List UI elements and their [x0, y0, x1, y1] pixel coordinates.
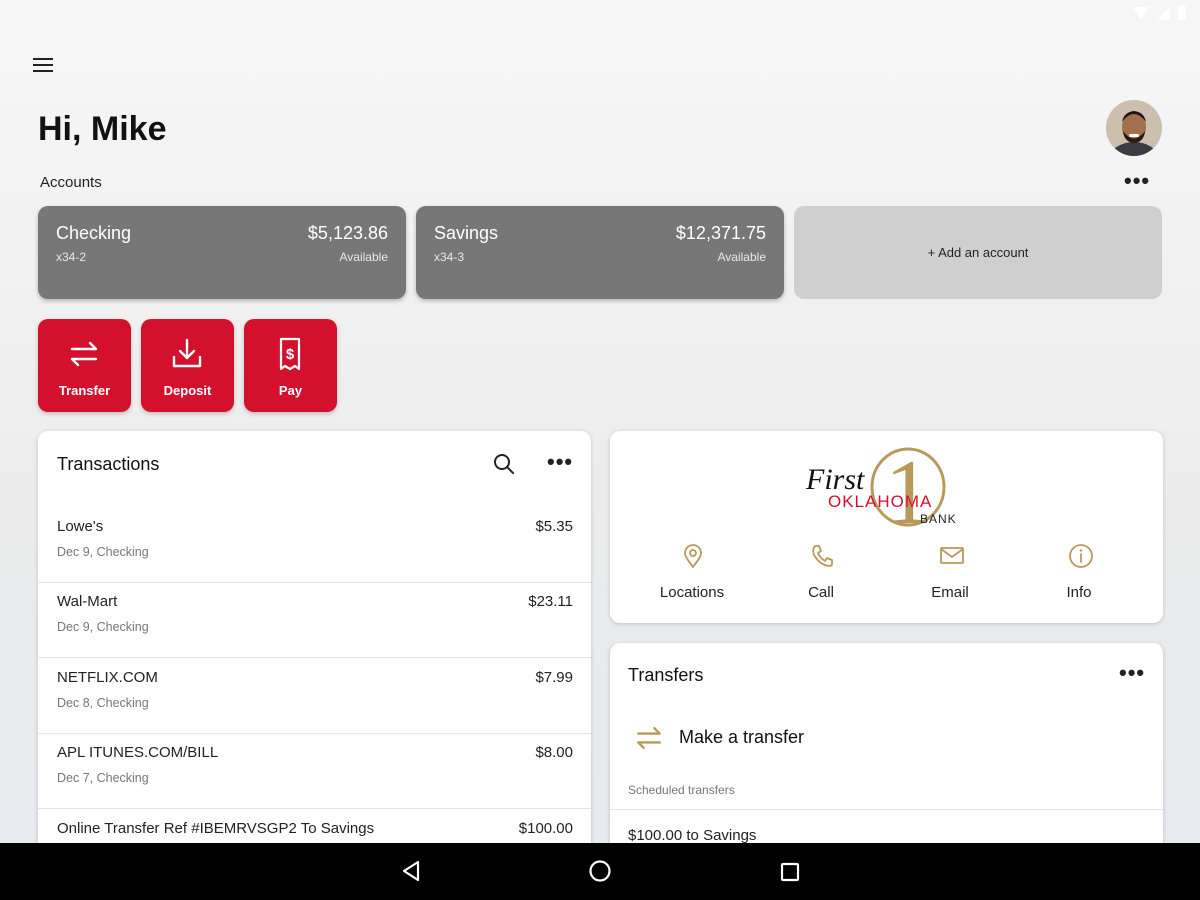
divider: [610, 809, 1163, 810]
pay-button[interactable]: $ Pay: [244, 319, 337, 412]
bank-logo: 1 First OKLAHOMA BANK: [805, 445, 957, 529]
balance-label: Available: [717, 250, 766, 264]
balance-label: Available: [339, 250, 388, 264]
transfer-button[interactable]: Transfer: [38, 319, 131, 412]
transaction-name: Wal-Mart: [57, 593, 118, 610]
avatar-image: [1106, 100, 1162, 156]
account-card-checking[interactable]: Checking x34-2 $5,123.86 Available: [38, 206, 406, 299]
transaction-name: NETFLIX.COM: [57, 669, 158, 686]
transactions-title: Transactions: [57, 454, 160, 474]
status-bar: [0, 0, 1200, 32]
location-pin-icon: [684, 544, 702, 569]
account-card-savings[interactable]: Savings x34-3 $12,371.75 Available: [416, 206, 784, 299]
home-icon[interactable]: [588, 859, 612, 883]
transfers-title: Transfers: [628, 665, 704, 685]
account-balance: $5,123.86: [307, 223, 388, 243]
system-nav-bar: [0, 843, 1200, 900]
account-number: x34-3: [434, 250, 465, 264]
transfers-more-button[interactable]: •••: [1119, 662, 1145, 684]
recents-icon[interactable]: [779, 861, 801, 883]
transaction-amount: $5.35: [535, 518, 573, 535]
wifi-icon: [1133, 6, 1149, 20]
transaction-detail: Dec 7, Checking: [57, 771, 149, 785]
email-label: Email: [931, 584, 969, 601]
info-button[interactable]: Info: [1019, 543, 1139, 613]
deposit-icon: [172, 338, 202, 368]
make-transfer-button[interactable]: Make a transfer: [628, 717, 928, 757]
locations-button[interactable]: Locations: [632, 543, 752, 613]
transaction-amount: $100.00: [518, 820, 573, 837]
info-icon: [1069, 544, 1093, 568]
menu-icon[interactable]: [33, 58, 53, 74]
make-transfer-label: Make a transfer: [679, 727, 805, 747]
transfers-panel: Transfers ••• Make a transfer Scheduled …: [610, 643, 1163, 863]
transaction-amount: $7.99: [535, 669, 573, 686]
phone-icon: [812, 545, 833, 567]
scheduled-transfer-item[interactable]: $100.00 to Savings: [628, 827, 756, 844]
transaction-name: Lowe's: [57, 518, 104, 535]
account-number: x34-2: [56, 250, 87, 264]
bill-icon: $: [279, 337, 301, 371]
logo-text-state: OKLAHOMA: [828, 492, 932, 511]
account-name: Checking: [56, 223, 132, 243]
transaction-amount: $23.11: [528, 593, 573, 610]
accounts-more-button[interactable]: •••: [1124, 170, 1150, 192]
account-name: Savings: [434, 223, 499, 243]
transfer-icon: [637, 726, 661, 750]
transaction-row[interactable]: Wal-Mart Dec 9, Checking $23.11: [38, 583, 591, 658]
svg-text:$: $: [286, 346, 295, 363]
transaction-detail: Dec 8, Checking: [57, 696, 149, 710]
scheduled-transfers-heading: Scheduled transfers: [628, 783, 735, 797]
transactions-more-button[interactable]: •••: [547, 451, 573, 473]
transaction-detail: Dec 9, Checking: [57, 545, 149, 559]
accounts-heading: Accounts: [40, 174, 102, 191]
back-icon[interactable]: [400, 859, 422, 883]
transaction-name: APL ITUNES.COM/BILL: [57, 744, 219, 761]
locations-label: Locations: [659, 584, 725, 601]
search-icon[interactable]: [491, 451, 517, 477]
transaction-row[interactable]: APL ITUNES.COM/BILL Dec 7, Checking $8.0…: [38, 734, 591, 809]
transfer-label: Transfer: [58, 383, 111, 398]
deposit-label: Deposit: [163, 383, 212, 398]
logo-text-bank: BANK: [920, 512, 957, 526]
battery-icon: [1178, 6, 1186, 20]
transaction-row[interactable]: Lowe's Dec 9, Checking $5.35: [38, 508, 591, 583]
signal-icon: [1157, 6, 1170, 20]
info-label: Info: [1066, 584, 1092, 601]
transaction-row[interactable]: NETFLIX.COM Dec 8, Checking $7.99: [38, 659, 591, 734]
avatar[interactable]: [1106, 100, 1162, 156]
transaction-detail: Dec 9, Checking: [57, 620, 149, 634]
account-balance: $12,371.75: [675, 223, 766, 243]
transfer-icon: [70, 341, 98, 367]
transactions-panel: Transactions ••• Lowe's Dec 9, Checking …: [38, 431, 591, 851]
add-account-button[interactable]: + Add an account: [794, 206, 1162, 299]
call-button[interactable]: Call: [761, 543, 881, 613]
transaction-name: Online Transfer Ref #IBEMRVSGP2 To Savin…: [57, 820, 375, 837]
bank-info-panel: 1 First OKLAHOMA BANK Locations Call Ema…: [610, 431, 1163, 623]
pay-label: Pay: [278, 383, 303, 398]
email-button[interactable]: Email: [890, 543, 1010, 613]
greeting: Hi, Mike: [38, 110, 167, 148]
status-icons: [1133, 6, 1186, 20]
envelope-icon: [940, 547, 964, 564]
transaction-amount: $8.00: [535, 744, 573, 761]
deposit-button[interactable]: Deposit: [141, 319, 234, 412]
call-label: Call: [808, 584, 834, 601]
